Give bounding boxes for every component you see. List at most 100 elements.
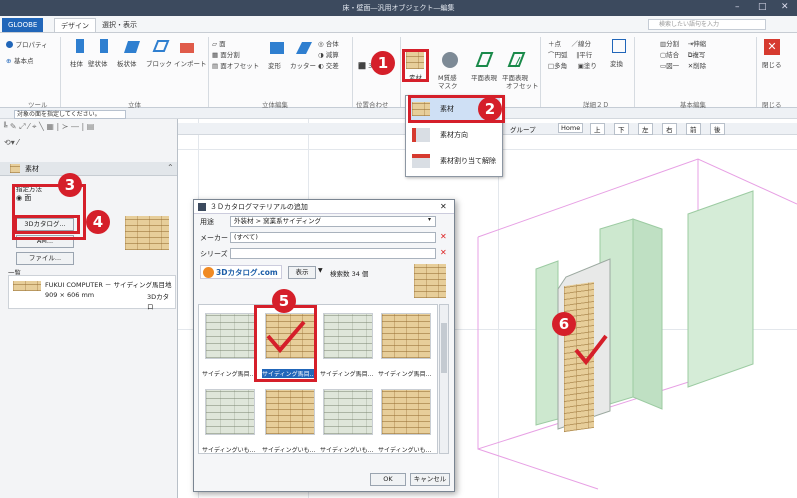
scrollbar-thumb[interactable] [441, 323, 447, 373]
material-thumb[interactable] [265, 389, 315, 435]
close-editor-icon[interactable]: ✕ [764, 39, 780, 55]
material-thumb[interactable] [323, 389, 373, 435]
split-label: 分割 [666, 40, 680, 48]
catalog-logo: 3Dカタログ.com [200, 265, 282, 279]
m-texture-button[interactable] [440, 51, 460, 69]
menu-item-direction[interactable]: 素材方向 [408, 124, 500, 146]
search-input[interactable]: 検索したい語句を入力 [648, 19, 766, 30]
plane-expr-offset-button[interactable] [506, 49, 528, 69]
thumb-label: サイディング馬目... [202, 371, 256, 378]
title-bar: 床・壁面―汎用オブジェクト―編集 – □ ✕ [0, 0, 797, 16]
face-item-split[interactable]: ▦ 面分割 [212, 49, 272, 60]
display-dropdown-icon[interactable]: ▼ [318, 267, 323, 274]
grid-scrollbar[interactable] [439, 304, 449, 454]
face-item-offset[interactable]: ▤ 面オフセット [212, 60, 272, 71]
dialog-close-icon[interactable]: ✕ [440, 200, 447, 214]
basepoint-button[interactable]: ⊕ 基本点 [6, 55, 34, 65]
tab-select-display[interactable]: 選択・表示 [96, 18, 143, 32]
bool-intersect-label: 交差 [325, 62, 339, 70]
thumb-label: サイディング馬目... [378, 371, 432, 378]
thumb-label: サイディング馬目... [320, 371, 374, 378]
material-list-item[interactable]: FUKUI COMPUTER － サイディング馬目地 909 × 606 mm … [8, 275, 176, 311]
list-item-name: FUKUI COMPUTER － サイディング馬目地 [45, 281, 172, 289]
draw-point[interactable]: ＋点 [548, 40, 561, 48]
menu-item-direction-label: 素材方向 [440, 131, 468, 139]
draw-arc[interactable]: ⌒円弧 [548, 51, 568, 59]
properties-label: プロパティ [15, 41, 48, 49]
basepoint-label: 基本点 [14, 57, 34, 65]
collapse-icon[interactable]: ⌃ [167, 163, 174, 172]
solid-item-column[interactable]: 柱体 [70, 58, 83, 68]
solid-shapes-icon [76, 39, 194, 53]
properties-button[interactable]: プロパティ [6, 39, 48, 49]
split-button[interactable]: ▥分割 [660, 40, 679, 48]
deform-button[interactable]: 変形 [268, 60, 281, 70]
ribbon-tab-bar: GLOOBE デザイン 選択・表示 検索したい語句を入力 [0, 16, 797, 33]
display-button[interactable]: 表示 [288, 266, 316, 279]
material-grid: サイディング馬目... サイディング馬目... サイディング馬目... サイディ… [198, 304, 438, 454]
thumb-label: サイディングいも... [320, 447, 374, 454]
minimize-button[interactable]: – [735, 2, 740, 12]
separator [756, 37, 757, 107]
material-thumb[interactable] [381, 389, 431, 435]
draw-line[interactable]: ／線分 [572, 40, 592, 48]
file-button[interactable]: ファイル... [16, 252, 74, 265]
close-window-button[interactable]: ✕ [781, 2, 789, 12]
stretch-button[interactable]: ⇥伸縮 [688, 40, 706, 48]
undo-icon[interactable]: ⟲▾ ⁄ [4, 138, 19, 147]
maker-select[interactable]: (すべて) [230, 232, 436, 243]
maximize-button[interactable]: □ [758, 2, 767, 12]
chevron-down-icon: ▾ [428, 216, 432, 223]
solid-item-import[interactable]: インポート [174, 58, 207, 68]
close-editor-label: 閉じる [762, 61, 782, 69]
material-thumb[interactable] [205, 313, 255, 359]
basic-edit-tools: ▥分割 ⇥伸縮 ▢結合 ⧉複写 ▭図一 ✕削除 [640, 38, 750, 71]
plane-expr-icon [475, 52, 494, 67]
solid-item-block[interactable]: ブロック [146, 58, 172, 68]
window-title: 床・壁面―汎用オブジェクト―編集 [342, 4, 455, 12]
step-badge-1: 1 [371, 51, 395, 75]
material-thumb[interactable] [381, 313, 431, 359]
series-select[interactable] [230, 248, 436, 259]
tab-gloobe[interactable]: GLOOBE [2, 18, 44, 32]
draw-fill[interactable]: ▣塗り [578, 62, 597, 70]
delete-button[interactable]: ✕削除 [688, 62, 706, 70]
copy-button[interactable]: ⧉複写 [688, 51, 706, 59]
cancel-button[interactable]: キャンセル [410, 473, 450, 486]
copy-label: 複写 [692, 51, 706, 59]
figure-button[interactable]: ▭図一 [660, 62, 679, 70]
face-item-face[interactable]: ▱ 面 [212, 38, 272, 49]
cutter-button[interactable]: カッター [290, 60, 316, 70]
ribbon: プロパティ ⊕ 基本点 ツール 柱体 壁状体 板状体 ブロック インポート 立体… [0, 33, 797, 109]
convert-button[interactable]: 変換 [610, 58, 623, 68]
series-label: シリーズ [200, 250, 228, 258]
plane-expr-button[interactable] [474, 49, 496, 69]
maker-label: メーカー [200, 234, 228, 242]
crosshair-icon: ⊕ [6, 57, 12, 65]
catalog-dialog: ３Ｄカタログマテリアルの追加 ✕ 用途 外装材 > 窯業系サイディング ▾ メー… [193, 199, 455, 492]
clear-maker-icon[interactable]: ✕ [440, 232, 447, 241]
material-small-icon [10, 164, 20, 173]
panel-toolbar: ╚ ✎ ⤢ ⁄ ⌖ ╲ ▦ | ≻ ― | ▤ [0, 122, 95, 131]
material-thumb[interactable] [205, 389, 255, 435]
dialog-title: ３Ｄカタログマテリアルの追加 [210, 203, 308, 211]
solid-item-plate[interactable]: 板状体 [117, 58, 137, 68]
material-thumb[interactable] [323, 313, 373, 359]
solid-item-wall[interactable]: 壁状体 [88, 58, 108, 68]
draw-parallel[interactable]: ∥平行 [576, 51, 592, 59]
deform-icons [266, 38, 326, 58]
thumb-label: サイディングいも... [378, 447, 432, 454]
app-icon [198, 203, 206, 211]
delete-label: 削除 [693, 62, 707, 70]
join-button[interactable]: ▢結合 [660, 51, 679, 59]
tab-design[interactable]: デザイン [54, 18, 96, 32]
menu-item-unassign[interactable]: 素材割り当て解除 [408, 150, 500, 172]
logo-text: 3Dカタログ.com [216, 268, 278, 277]
draw-arc-label: 円弧 [554, 51, 568, 59]
clear-series-icon[interactable]: ✕ [440, 248, 447, 257]
usage-select[interactable]: 外装材 > 窯業系サイディング [230, 216, 436, 227]
draw-polygon[interactable]: □多角 [548, 62, 567, 70]
draw-fill-label: 塗り [583, 62, 597, 70]
ok-button[interactable]: OK [370, 473, 406, 486]
list-item-source: 3Dカタロ [147, 293, 170, 311]
